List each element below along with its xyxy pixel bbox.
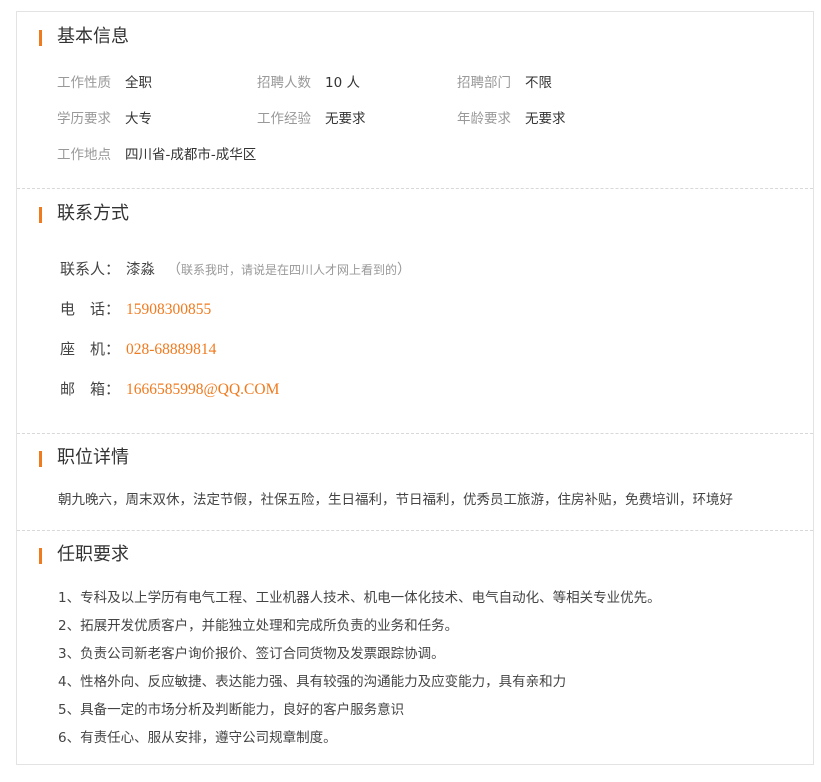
field-label: 招聘人数 — [257, 75, 311, 91]
benefits-text: 朝九晚六，周末双休，法定节假，社保五险，生日福利，节日福利，优秀员工旅游，住房补… — [58, 492, 733, 508]
section-divider — [17, 433, 813, 434]
requirement-item: 5、具备一定的市场分析及判断能力，良好的客户服务意识 — [58, 702, 405, 718]
field-label: 年龄要求 — [457, 111, 511, 127]
section-accent-bar — [39, 30, 42, 46]
field-value: 大专 — [125, 111, 152, 127]
field-value: 不限 — [525, 75, 552, 91]
contact-person-label: 联系人： — [60, 260, 121, 278]
contact-landline-row: 座 机： 028-68889814 — [60, 339, 216, 360]
field-value: 10 人 — [325, 75, 360, 91]
section-title: 基本信息 — [57, 26, 129, 47]
landline-number[interactable]: 028-68889814 — [126, 341, 216, 358]
contact-note: 联系我时，请说是在四川人才网上看到的 — [181, 263, 398, 277]
phone-number[interactable]: 15908300855 — [126, 301, 211, 318]
section-title: 职位详情 — [57, 447, 129, 468]
section-divider — [17, 188, 813, 189]
field-label: 学历要求 — [57, 111, 111, 127]
field-job-type: 工作性质 全职 — [57, 74, 152, 92]
requirement-item: 1、专科及以上学历有电气工程、工业机器人技术、机电一体化技术、电气自动化、等相关… — [58, 590, 661, 606]
email-label: 邮 箱： — [60, 380, 121, 398]
field-value: 四川省-成都市-成华区 — [125, 147, 257, 163]
job-detail-card: 基本信息 工作性质 全职 招聘人数 10 人 招聘部门 不限 学历要求 大专 工作经验无… — [16, 11, 814, 765]
field-headcount: 招聘人数 10 人 — [257, 74, 360, 92]
section-accent-bar — [39, 207, 42, 223]
field-label: 工作性质 — [57, 75, 111, 91]
email-address[interactable]: 1666585998@QQ.COM — [126, 381, 279, 398]
section-divider — [17, 530, 813, 531]
note-paren-open: （ — [167, 262, 181, 278]
section-accent-bar — [39, 451, 42, 467]
field-education: 学历要求 大专 — [57, 110, 152, 128]
section-accent-bar — [39, 548, 42, 564]
landline-label: 座 机： — [60, 340, 121, 358]
requirement-item: 4、性格外向、反应敏捷、表达能力强、具有较强的沟通能力及应变能力，具有亲和力 — [58, 674, 567, 690]
contact-person-row: 联系人： 漆淼 （联系我时，请说是在四川人才网上看到的） — [60, 259, 411, 280]
field-location: 工作地点 四川省-成都市-成华区 — [57, 146, 256, 164]
section-title: 联系方式 — [57, 203, 129, 224]
requirement-item: 2、拓展开发优质客户，并能独立处理和完成所负责的业务和任务。 — [58, 618, 459, 634]
field-experience: 工作经验 无要求 — [257, 110, 366, 128]
field-value: 无要求 — [325, 111, 366, 127]
phone-label: 电 话： — [60, 300, 121, 318]
requirement-item: 3、负责公司新老客户询价报价、签订合同货物及发票跟踪协调。 — [58, 646, 445, 662]
field-department: 招聘部门 不限 — [457, 74, 552, 92]
requirement-item: 6、有责任心、服从安排，遵守公司规章制度。 — [58, 730, 337, 746]
contact-phone-row: 电 话： 15908300855 — [60, 299, 211, 320]
note-paren-close: ） — [397, 262, 412, 278]
field-label: 招聘部门 — [457, 75, 511, 91]
field-value: 全职 — [125, 75, 152, 91]
field-age: 年龄要求 无要求 — [457, 110, 566, 128]
field-label: 工作地点 — [57, 147, 111, 163]
field-label: 工作经验 — [257, 111, 311, 127]
field-value: 无要求 — [525, 111, 566, 127]
contact-email-row: 邮 箱： 1666585998@QQ.COM — [60, 379, 279, 400]
section-title: 任职要求 — [57, 544, 129, 565]
contact-person-name: 漆淼 — [126, 262, 155, 278]
